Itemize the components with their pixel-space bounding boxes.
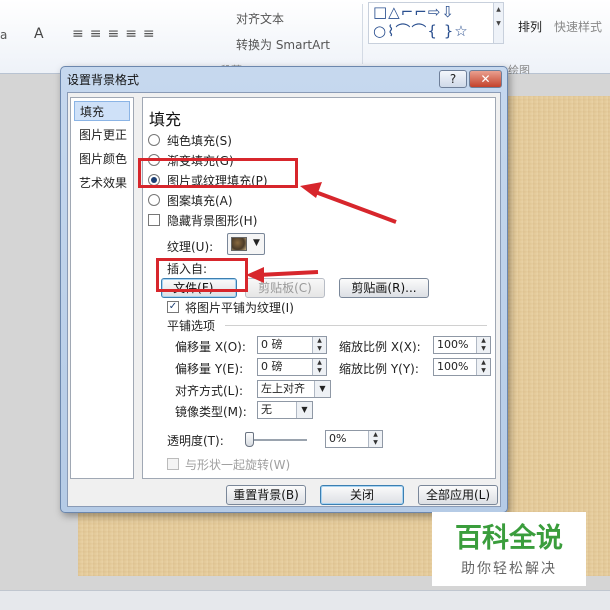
arrow-to-file-button [257, 270, 319, 277]
arrowhead-file-button [246, 267, 264, 283]
watermark-subtitle: 助你轻松解决 [461, 561, 557, 577]
arrowhead-picture-fill [300, 182, 322, 198]
watermark-logo: 百科全说 助你轻松解决 [432, 512, 586, 586]
arrow-to-picture-fill [309, 188, 397, 224]
watermark-title: 百科全说 [455, 523, 563, 554]
